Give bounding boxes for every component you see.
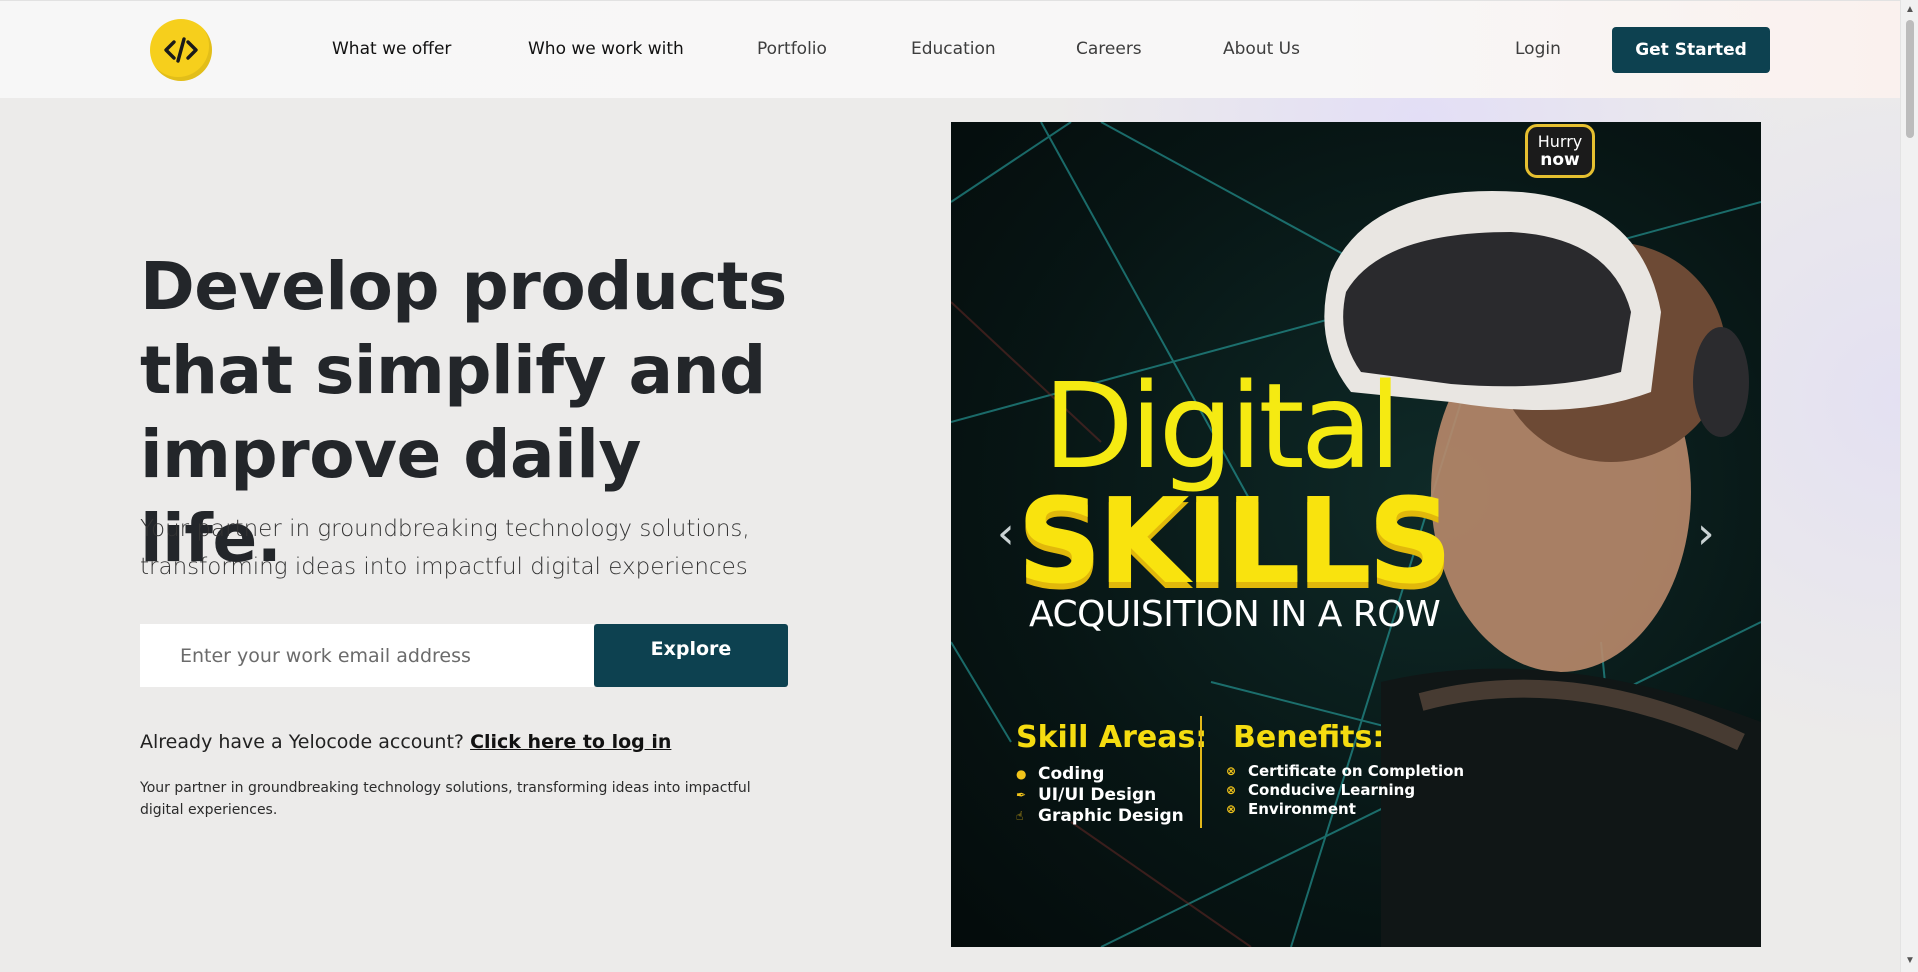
- skill-area-label: Coding: [1038, 764, 1105, 784]
- list-item: ✒ UI/UI Design: [1016, 785, 1184, 806]
- promo-banner[interactable]: Hurry now Digital SKILLS ACQUISITION IN …: [951, 122, 1761, 947]
- chevron-left-icon[interactable]: ‹: [997, 512, 1015, 556]
- benefits-list: ⊗ Certificate on Completion ⊗ Conducive Le…: [1226, 762, 1464, 819]
- work-email-input[interactable]: [140, 624, 594, 687]
- hero-subtitle: Your partner in groundbreaking technolog…: [140, 516, 750, 580]
- login-here-link[interactable]: Click here to log in: [470, 731, 671, 753]
- skill-areas-list: ● Coding ✒ UI/UI Design ☝ Graphic Design: [1016, 764, 1184, 827]
- code-bullet-icon: ●: [1016, 767, 1027, 781]
- nav-portfolio[interactable]: Portfolio: [757, 39, 827, 59]
- list-item: ● Coding: [1016, 764, 1184, 785]
- list-item: ⊗ Environment: [1226, 800, 1464, 819]
- nav-education[interactable]: Education: [911, 39, 996, 59]
- benefit-label: Environment: [1248, 800, 1356, 818]
- yelocode-logo[interactable]: [150, 19, 212, 81]
- login-link[interactable]: Login: [1515, 39, 1561, 59]
- nav-who-we-work-with[interactable]: Who we work with: [528, 39, 684, 59]
- page-scrollbar[interactable]: ▲ ▼: [1900, 0, 1918, 972]
- account-prompt: Already have a Yelocode account? Click h…: [140, 731, 671, 753]
- site-header: What we offer Who we work with Portfolio…: [0, 0, 1900, 98]
- account-prompt-text: Already have a Yelocode account?: [140, 731, 465, 753]
- code-brackets-icon: [164, 37, 198, 63]
- skill-area-label: UI/UI Design: [1038, 785, 1157, 805]
- banner-divider: [1200, 716, 1202, 828]
- list-item: ☝ Graphic Design: [1016, 806, 1184, 827]
- get-started-button[interactable]: Get Started: [1612, 27, 1770, 73]
- badge-line2: now: [1540, 150, 1580, 170]
- banner-headline-skills: SKILLS: [1017, 472, 1453, 610]
- hurry-now-badge: Hurry now: [1525, 124, 1595, 178]
- hero-small-text: Your partner in groundbreaking technolog…: [140, 780, 751, 818]
- nav-careers[interactable]: Careers: [1076, 39, 1142, 59]
- scroll-up-arrow-icon[interactable]: ▲: [1905, 4, 1915, 15]
- scroll-thumb[interactable]: [1906, 20, 1914, 138]
- skill-areas-title: Skill Areas:: [1016, 720, 1208, 755]
- check-bullet-icon: ⊗: [1226, 783, 1237, 797]
- list-item: ⊗ Conducive Learning: [1226, 781, 1464, 800]
- cursor-bullet-icon: ☝: [1016, 809, 1024, 823]
- benefit-label: Conducive Learning: [1248, 781, 1416, 799]
- skill-area-label: Graphic Design: [1038, 806, 1184, 826]
- list-item: ⊗ Certificate on Completion: [1226, 762, 1464, 781]
- benefits-title: Benefits:: [1233, 720, 1385, 755]
- banner-tagline: ACQUISITION IN A ROW: [1029, 594, 1441, 635]
- benefit-label: Certificate on Completion: [1248, 762, 1465, 780]
- badge-line1: Hurry: [1537, 132, 1583, 151]
- check-bullet-icon: ⊗: [1226, 764, 1237, 778]
- chevron-right-icon[interactable]: ›: [1697, 512, 1715, 556]
- banner-headline-digital: Digital: [1043, 357, 1402, 495]
- check-bullet-icon: ⊗: [1226, 802, 1237, 816]
- scroll-down-arrow-icon[interactable]: ▼: [1905, 955, 1915, 966]
- explore-button[interactable]: Explore: [594, 624, 788, 687]
- pen-bullet-icon: ✒: [1016, 788, 1027, 802]
- nav-what-we-offer[interactable]: What we offer: [332, 39, 451, 59]
- nav-about-us[interactable]: About Us: [1223, 39, 1300, 59]
